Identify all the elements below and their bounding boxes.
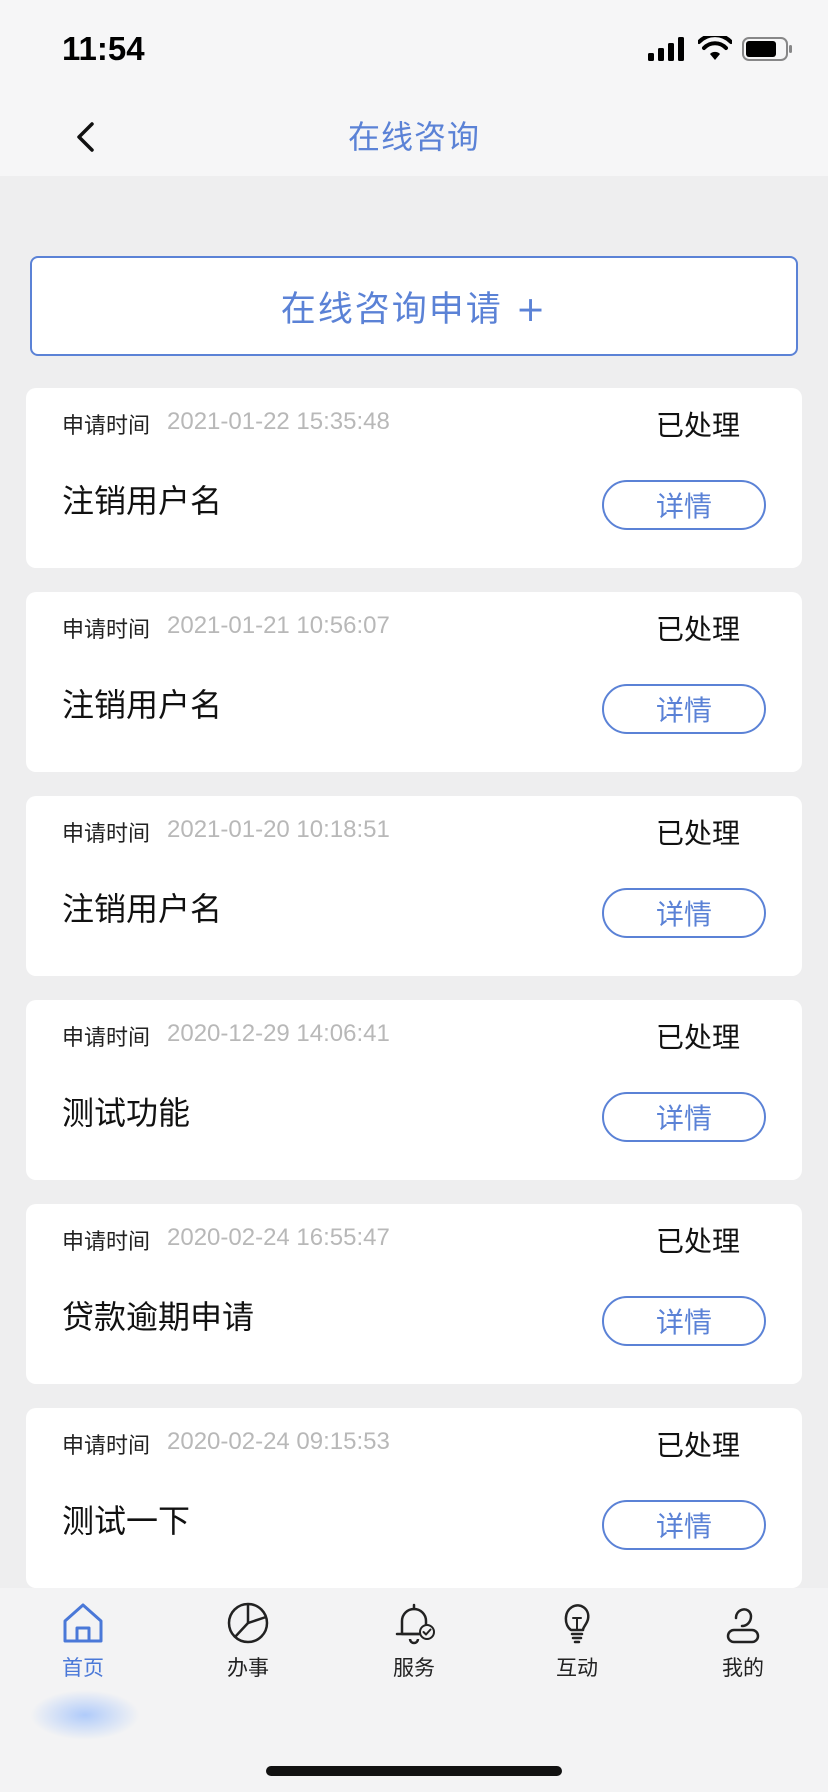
detail-button[interactable]: 详情: [602, 1500, 766, 1550]
record-card: 申请时间 2021-01-22 15:35:48 已处理 注销用户名 详情: [26, 388, 802, 568]
apply-time-value: 2021-01-21 10:56:07: [167, 612, 390, 639]
status-text: 已处理: [655, 1429, 740, 1462]
status-text: 已处理: [655, 1225, 740, 1258]
detail-button[interactable]: 详情: [602, 1092, 766, 1142]
user-icon: [726, 1608, 760, 1644]
pie-chart-icon: [227, 1602, 269, 1644]
tab-affairs[interactable]: 办事: [188, 1600, 308, 1710]
bell-check-icon: [395, 1603, 435, 1645]
status-text: 已处理: [655, 409, 740, 442]
detail-button[interactable]: 详情: [602, 1296, 766, 1346]
status-text: 已处理: [655, 817, 740, 850]
tab-mine-label: 我的: [722, 1656, 764, 1680]
consultation-list-area[interactable]: 在线咨询申请 + 申请时间 2021-01-22 15:35:48 已处理 注销…: [0, 176, 828, 1588]
record-card: 申请时间 2020-02-24 09:15:53 已处理 测试一下 详情: [26, 1408, 802, 1588]
record-title: 注销用户名: [62, 686, 223, 724]
apply-time-value: 2021-01-22 15:35:48: [167, 408, 390, 435]
record-card: 申请时间 2021-01-20 10:18:51 已处理 注销用户名 详情: [26, 796, 802, 976]
record-card: 申请时间 2020-02-24 16:55:47 已处理 贷款逾期申请 详情: [26, 1204, 802, 1384]
lightbulb-icon: [564, 1604, 590, 1644]
battery-icon: [742, 37, 792, 61]
active-tab-glow: [30, 1690, 140, 1740]
detail-button[interactable]: 详情: [602, 684, 766, 734]
apply-time-label: 申请时间: [62, 1230, 151, 1255]
status-bar: 11:54: [0, 0, 828, 96]
record-title: 贷款逾期申请: [62, 1298, 255, 1336]
page-title: 在线咨询: [347, 118, 480, 156]
detail-button[interactable]: 详情: [602, 888, 766, 938]
record-title: 注销用户名: [62, 482, 223, 520]
apply-time-value: 2020-02-24 09:15:53: [167, 1428, 390, 1455]
apply-time-label: 申请时间: [62, 822, 151, 847]
apply-time-value: 2021-01-20 10:18:51: [167, 816, 390, 843]
tab-home-label: 首页: [62, 1656, 104, 1680]
home-indicator[interactable]: [266, 1766, 562, 1776]
record-title: 测试一下: [62, 1502, 191, 1540]
apply-time-value: 2020-02-24 16:55:47: [167, 1224, 390, 1251]
status-time: 11:54: [62, 30, 145, 67]
record-title: 测试功能: [62, 1094, 191, 1132]
wifi-icon: [698, 36, 732, 60]
tab-interact-label: 互动: [556, 1656, 598, 1680]
status-text: 已处理: [655, 1021, 740, 1054]
status-text: 已处理: [655, 613, 740, 646]
home-icon: [63, 1603, 103, 1643]
record-card: 申请时间 2020-12-29 14:06:41 已处理 测试功能 详情: [26, 1000, 802, 1180]
apply-time-value: 2020-12-29 14:06:41: [167, 1020, 390, 1047]
apply-time-label: 申请时间: [62, 1434, 151, 1459]
record-title: 注销用户名: [62, 890, 223, 928]
tab-affairs-label: 办事: [227, 1656, 269, 1680]
record-card: 申请时间 2021-01-21 10:56:07 已处理 注销用户名 详情: [26, 592, 802, 772]
apply-time-label: 申请时间: [62, 618, 151, 643]
signal-icon: [648, 37, 684, 61]
detail-button[interactable]: 详情: [602, 480, 766, 530]
apply-time-label: 申请时间: [62, 1026, 151, 1051]
apply-time-label: 申请时间: [62, 414, 151, 439]
tab-interact[interactable]: 互动: [517, 1600, 637, 1710]
tab-mine[interactable]: 我的: [683, 1600, 803, 1710]
system-icons: [648, 34, 794, 64]
nav-bar: 在线咨询: [0, 96, 828, 176]
tab-service[interactable]: 服务: [354, 1600, 474, 1710]
apply-consultation-button[interactable]: 在线咨询申请 +: [30, 256, 798, 356]
tab-service-label: 服务: [393, 1656, 435, 1680]
